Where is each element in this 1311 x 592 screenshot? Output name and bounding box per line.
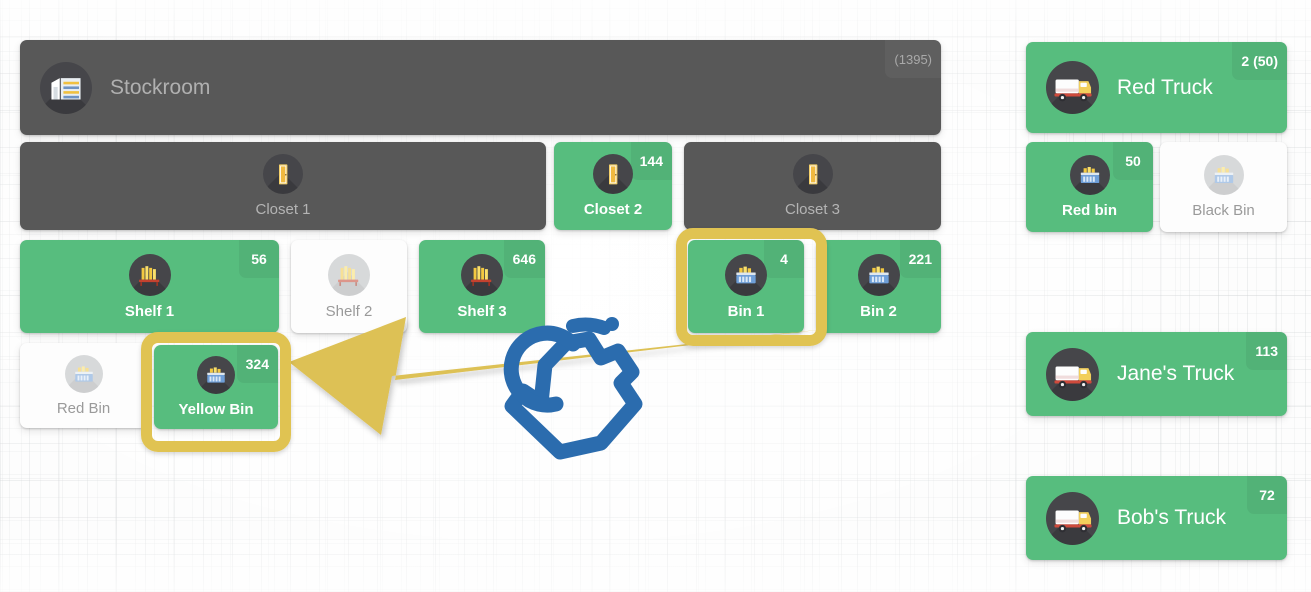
bin-icon [725,253,767,296]
truck-red-bin-label: Red bin [1062,202,1117,219]
closet-1-label: Closet 1 [255,201,311,218]
yellow-bin-body: Yellow Bin [154,345,278,429]
shelf-3-label: Shelf 3 [457,302,507,320]
shelf-3-body: Shelf 3 [419,240,545,333]
bin-icon [64,354,103,393]
bin-icon [1069,155,1110,195]
closet-3-label: Closet 3 [784,201,841,218]
truck-icon [1046,347,1099,401]
card-closet-1[interactable]: Closet 1 [20,142,546,230]
card-shelf-3[interactable]: 646 Shelf 3 [419,240,545,333]
shelf-1-label: Shelf 1 [124,302,175,320]
shelf-icon [128,253,171,296]
truck-red-bin-body: Red bin [1026,142,1153,232]
janes-truck-label: Jane's Truck [1117,362,1235,385]
shelf-2-body: Shelf 2 [291,240,407,333]
bin-1-body: Bin 1 [688,240,804,333]
card-bin-2[interactable]: 221 Bin 2 [816,240,941,333]
closet-2-label: Closet 2 [583,201,643,218]
bin-icon [197,356,235,394]
bin-1-label: Bin 1 [727,302,765,320]
closet-1-body: Closet 1 [20,142,546,230]
truck-black-bin-label: Black Bin [1192,202,1255,219]
stockroom-body: Stockroom [20,40,941,135]
bin-icon [1203,155,1244,195]
warehouse-icon [40,61,92,114]
card-red-bin-stock[interactable]: Red Bin [20,343,147,428]
card-red-truck[interactable]: 2 (50) Red Truck [1026,42,1287,133]
card-bobs-truck[interactable]: 72 Bob's Truck [1026,476,1287,560]
truck-black-bin-body: Black Bin [1160,142,1287,232]
red-truck-body: Red Truck [1026,42,1287,133]
closet-door-icon [593,154,633,194]
bin-2-label: Bin 2 [860,302,897,320]
closet-door-icon [263,154,303,194]
card-truck-black-bin[interactable]: Black Bin [1160,142,1287,232]
bobs-truck-body: Bob's Truck [1026,476,1287,560]
shelf-icon [461,253,503,296]
yellow-bin-label: Yellow Bin [178,401,254,418]
red-bin-stock-body: Red Bin [20,343,147,428]
shelf-icon [328,253,370,296]
shelf-2-label: Shelf 2 [325,302,373,320]
closet-2-body: Closet 2 [554,142,672,230]
card-yellow-bin[interactable]: 324 Yellow Bin [154,345,278,429]
janes-truck-body: Jane's Truck [1026,332,1287,416]
app-canvas: (1395) Stockroom Closet 1 144 Closet 2 C… [0,0,1311,592]
card-closet-2[interactable]: 144 Closet 2 [554,142,672,230]
bin-2-body: Bin 2 [816,240,941,333]
card-shelf-1[interactable]: 56 Shelf 1 [20,240,279,333]
card-bin-1[interactable]: 4 Bin 1 [688,240,804,333]
red-truck-label: Red Truck [1117,75,1213,99]
card-janes-truck[interactable]: 113 Jane's Truck [1026,332,1287,416]
truck-icon [1046,491,1099,545]
red-bin-stock-label: Red Bin [56,399,111,417]
bobs-truck-label: Bob's Truck [1117,506,1227,529]
stockroom-label: Stockroom [110,75,211,99]
truck-icon [1046,61,1099,114]
card-truck-red-bin[interactable]: 50 Red bin [1026,142,1153,232]
card-closet-3[interactable]: Closet 3 [684,142,941,230]
card-stockroom[interactable]: (1395) Stockroom [20,40,941,135]
closet-3-body: Closet 3 [684,142,941,230]
shelf-1-body: Shelf 1 [20,240,279,333]
card-shelf-2[interactable]: Shelf 2 [291,240,407,333]
closet-door-icon [792,154,833,194]
bin-icon [857,253,900,296]
